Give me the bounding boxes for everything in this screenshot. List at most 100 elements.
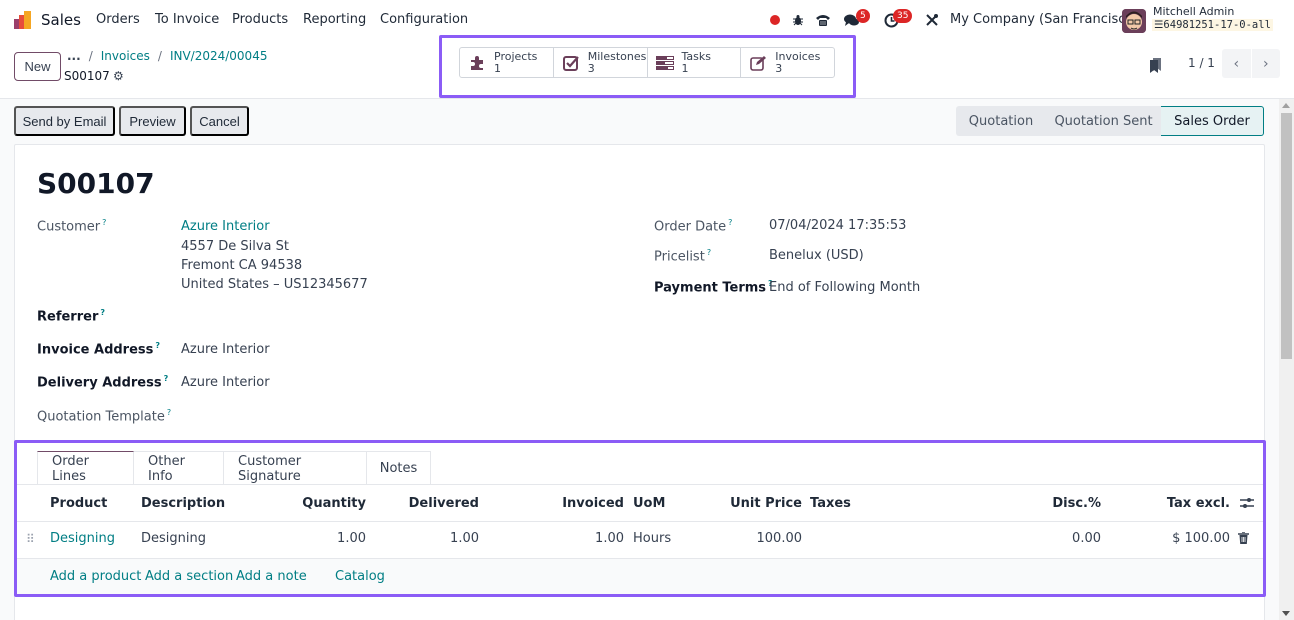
gear-icon[interactable]: ⚙ (113, 69, 124, 83)
smart-button-label: Invoices (775, 49, 821, 63)
tab-divider (14, 484, 1265, 485)
smart-button-milestones[interactable]: Milestones 3 (554, 48, 648, 77)
menu-to-invoice[interactable]: To Invoice (155, 12, 219, 27)
new-button[interactable]: New (14, 52, 61, 81)
pager-next-button[interactable]: › (1252, 49, 1281, 78)
scroll-thumb[interactable] (1281, 113, 1292, 359)
breadcrumb-ellipsis[interactable]: ... (67, 49, 81, 63)
phone-icon[interactable] (814, 11, 832, 29)
column-header-quantity[interactable]: Quantity (280, 496, 366, 511)
column-header-invoiced[interactable]: Invoiced (520, 496, 624, 511)
cell-product[interactable]: Designing (50, 531, 115, 546)
breadcrumb-separator: / (157, 49, 162, 63)
cell-unit-price[interactable]: 100.00 (700, 531, 803, 546)
breadcrumb-invoices[interactable]: Invoices (101, 49, 150, 63)
column-settings-icon[interactable] (1240, 497, 1254, 513)
pager-buttons: ‹ › (1222, 49, 1280, 78)
invoice-address-field[interactable]: Azure Interior (181, 342, 270, 357)
recording-dot-icon[interactable] (766, 11, 784, 29)
activities-badge: 35 (893, 9, 913, 23)
column-header-tax-excl[interactable]: Tax excl. (1120, 496, 1230, 511)
stage-quotation-sent[interactable]: Quotation Sent (1046, 106, 1161, 136)
smart-button-count: 1 (494, 61, 501, 75)
quotation-template-field[interactable] (181, 408, 481, 426)
tasks-icon (655, 55, 674, 71)
menu-reporting[interactable]: Reporting (303, 12, 366, 27)
breadcrumb-separator: / (88, 49, 93, 63)
cell-uom[interactable]: Hours (633, 531, 671, 546)
pager-value[interactable]: 1 / 1 (1188, 56, 1215, 70)
order-date-field[interactable]: 07/04/2024 17:35:53 (769, 218, 906, 233)
help-icon[interactable]: ? (100, 308, 105, 317)
bookmark-icon[interactable] (1149, 57, 1163, 73)
tab-notes[interactable]: Notes (367, 451, 431, 485)
menu-configuration[interactable]: Configuration (380, 12, 468, 27)
breadcrumb-invoice-record[interactable]: INV/2024/00045 (170, 49, 268, 63)
column-header-unit-price[interactable]: Unit Price (700, 496, 802, 511)
smart-button-projects[interactable]: Projects 1 (460, 48, 554, 77)
column-header-discount[interactable]: Disc.% (1000, 496, 1101, 511)
add-product-link[interactable]: Add a product (50, 569, 141, 584)
app-name[interactable]: Sales (41, 11, 81, 29)
add-section-link[interactable]: Add a section (145, 569, 233, 584)
menu-products[interactable]: Products (232, 12, 288, 27)
user-name[interactable]: Mitchell Admin (1153, 5, 1234, 18)
status-bar: Quotation Quotation Sent Sales Order (956, 106, 1264, 136)
trash-icon[interactable] (1238, 531, 1249, 548)
smart-buttons: Projects 1 Milestones 3 Tasks 1 Invoices 3 (459, 47, 835, 78)
referrer-label: Referrer? (37, 308, 105, 325)
cancel-button[interactable]: Cancel (190, 106, 249, 136)
cell-delivered[interactable]: 1.00 (390, 531, 479, 546)
scroll-down-arrow-icon[interactable] (1282, 611, 1290, 616)
smart-button-tasks[interactable]: Tasks 1 (648, 48, 742, 77)
add-note-link[interactable]: Add a note (236, 569, 307, 584)
catalog-link[interactable]: Catalog (335, 569, 385, 584)
help-icon[interactable]: ? (155, 341, 160, 350)
stage-quotation[interactable]: Quotation (956, 106, 1046, 136)
customer-field[interactable]: Azure Interior (181, 219, 270, 234)
page-scrollbar[interactable] (1279, 99, 1294, 620)
smart-button-invoices[interactable]: Invoices 3 (741, 48, 834, 77)
tools-icon[interactable] (923, 11, 941, 29)
tab-order-lines[interactable]: Order Lines (37, 451, 134, 485)
drag-handle-icon[interactable]: ⠿ (26, 532, 35, 546)
column-header-uom[interactable]: UoM (633, 496, 665, 511)
bug-icon[interactable] (789, 11, 807, 29)
send-by-email-button[interactable]: Send by Email (14, 106, 115, 136)
payment-terms-field[interactable]: End of Following Month (769, 280, 920, 295)
cell-subtotal: $ 100.00 (1172, 531, 1230, 546)
tab-customer-signature[interactable]: Customer Signature (224, 451, 367, 485)
column-header-delivered[interactable]: Delivered (390, 496, 479, 511)
company-switcher[interactable]: My Company (San Francisco) (950, 12, 1138, 27)
sales-app-logo-icon[interactable] (13, 10, 33, 30)
scroll-up-arrow-icon[interactable] (1282, 103, 1290, 108)
help-icon[interactable]: ? (728, 218, 732, 227)
cell-description[interactable]: Designing (141, 531, 206, 546)
preview-button[interactable]: Preview (119, 106, 186, 136)
customer-address-line: 4557 De Silva St (181, 239, 289, 254)
invoice-address-label: Invoice Address? (37, 341, 161, 358)
help-icon[interactable]: ? (102, 218, 106, 227)
cell-quantity[interactable]: 1.00 (280, 531, 366, 546)
column-header-product[interactable]: Product (50, 496, 107, 511)
column-header-description[interactable]: Description (141, 496, 225, 511)
pager-previous-button[interactable]: ‹ (1222, 49, 1252, 78)
menu-orders[interactable]: Orders (96, 12, 140, 27)
top-navbar: Sales Orders To Invoice Products Reporti… (0, 0, 1294, 40)
delivery-address-label: Delivery Address? (37, 374, 169, 391)
column-header-taxes[interactable]: Taxes (810, 496, 851, 511)
user-avatar[interactable] (1122, 9, 1146, 33)
tab-other-info[interactable]: Other Info (134, 451, 224, 485)
delivery-address-field[interactable]: Azure Interior (181, 375, 270, 390)
stage-sales-order[interactable]: Sales Order (1161, 106, 1264, 136)
puzzle-icon (468, 55, 486, 71)
help-icon[interactable]: ? (167, 408, 171, 417)
customer-address-line: United States – US12345677 (181, 277, 368, 292)
smart-button-count: 1 (681, 61, 689, 75)
cell-invoiced: 1.00 (595, 531, 624, 546)
cell-discount[interactable]: 0.00 (1000, 531, 1101, 546)
pricelist-field[interactable]: Benelux (USD) (769, 248, 864, 263)
referrer-field[interactable] (181, 308, 481, 326)
help-icon[interactable]: ? (707, 248, 711, 257)
help-icon[interactable]: ? (164, 374, 169, 383)
